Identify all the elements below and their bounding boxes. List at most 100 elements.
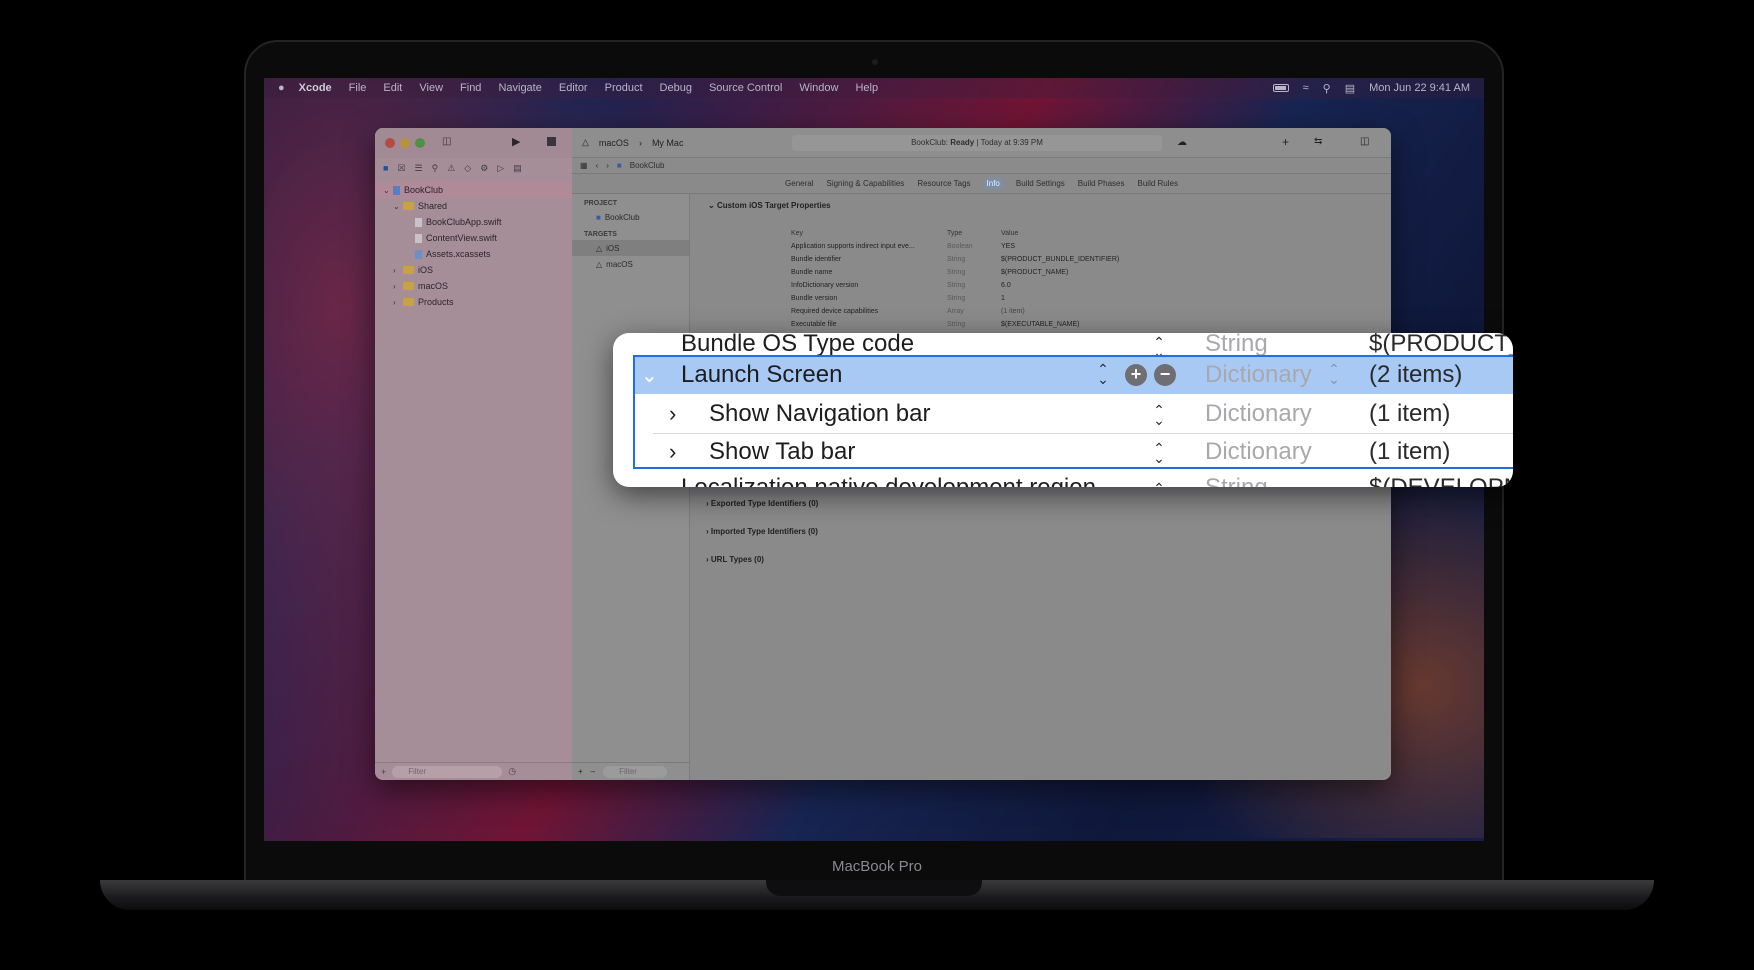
- plist-type[interactable]: String: [947, 321, 965, 328]
- up-down-stepper-icon[interactable]: ⌃ ⌄: [1152, 441, 1166, 465]
- breadcrumb[interactable]: BookClub: [630, 161, 665, 170]
- add-row-button[interactable]: +: [1125, 364, 1147, 386]
- chevron-right-icon[interactable]: ›: [669, 401, 676, 427]
- plist-row[interactable]: Bundle name String $(PRODUCT_NAME): [791, 269, 1068, 281]
- plist-type[interactable]: Dictionary: [1205, 400, 1312, 428]
- chevron-right-icon[interactable]: ›: [393, 266, 403, 275]
- remove-row-button[interactable]: −: [1154, 364, 1176, 386]
- menu-file[interactable]: File: [349, 82, 367, 94]
- project-item[interactable]: ■ BookClub: [572, 209, 689, 225]
- zoom-window-button[interactable]: [415, 138, 425, 148]
- plist-key[interactable]: Launch Screen: [681, 361, 842, 389]
- menu-product[interactable]: Product: [605, 82, 643, 94]
- tab-signing-capabilities[interactable]: Signing & Capabilities: [826, 179, 904, 188]
- plist-type[interactable]: String: [947, 282, 965, 289]
- tab-info[interactable]: Info: [983, 178, 1003, 189]
- recent-files-icon[interactable]: ◷: [508, 766, 516, 777]
- debug-navigator-icon[interactable]: ⚙: [480, 163, 488, 174]
- tab-resource-tags[interactable]: Resource Tags: [917, 179, 970, 188]
- library-add-icon[interactable]: +: [1282, 135, 1289, 149]
- test-navigator-icon[interactable]: ◇: [464, 163, 471, 174]
- symbol-navigator-icon[interactable]: ☰: [415, 163, 423, 174]
- menu-navigate[interactable]: Navigate: [498, 82, 541, 94]
- chevron-down-icon[interactable]: ⌄: [708, 201, 715, 210]
- tree-item-project[interactable]: ⌄ BookClub: [375, 182, 572, 198]
- plist-type[interactable]: String: [947, 295, 965, 302]
- plist-type[interactable]: String: [947, 269, 965, 276]
- target-macos[interactable]: △ macOS: [572, 256, 689, 272]
- up-down-stepper-icon[interactable]: ⌃ ⌄: [1152, 335, 1166, 359]
- remove-target-icon[interactable]: –: [591, 767, 595, 776]
- navigator-filter-field[interactable]: Filter: [392, 765, 503, 778]
- plist-row[interactable]: Bundle version String 1: [791, 295, 1005, 307]
- section-imported-type-identifiers[interactable]: › Imported Type Identifiers (0): [706, 527, 818, 536]
- chevron-right-icon[interactable]: ›: [393, 282, 403, 291]
- plist-row-show-navigation-bar[interactable]: › Show Navigation bar ⌃ ⌄ Dictionary (1 i…: [633, 395, 1513, 433]
- tab-build-phases[interactable]: Build Phases: [1078, 179, 1125, 188]
- add-icon[interactable]: +: [381, 767, 386, 777]
- section-custom-properties[interactable]: ⌄ Custom iOS Target Properties: [690, 194, 1391, 210]
- scheme-selector[interactable]: macOS: [599, 138, 629, 148]
- battery-icon[interactable]: [1272, 84, 1289, 92]
- chevron-right-icon[interactable]: ›: [393, 298, 403, 307]
- plist-row[interactable]: Bundle identifier String $(PRODUCT_BUNDL…: [791, 256, 1119, 268]
- up-down-stepper-icon[interactable]: ⌃: [1152, 481, 1166, 487]
- tab-build-settings[interactable]: Build Settings: [1016, 179, 1065, 188]
- breakpoint-navigator-icon[interactable]: ▷: [497, 163, 504, 174]
- plist-key[interactable]: Show Navigation bar: [709, 400, 930, 428]
- tab-build-rules[interactable]: Build Rules: [1138, 179, 1178, 188]
- wifi-icon[interactable]: ≈: [1303, 82, 1309, 94]
- menu-xcode[interactable]: Xcode: [299, 82, 332, 94]
- tree-item-file[interactable]: BookClubApp.swift: [375, 214, 572, 230]
- plist-value[interactable]: YES: [1001, 243, 1015, 250]
- plist-row-launch-screen[interactable]: ⌄ Launch Screen ⌃ ⌄ + − Dictionary ⌃ ⌄ (2 …: [633, 356, 1513, 394]
- menu-debug[interactable]: Debug: [660, 82, 692, 94]
- tree-item-folder[interactable]: › iOS: [375, 262, 572, 278]
- plist-row[interactable]: Required device capabilities Array (1 it…: [791, 308, 1025, 320]
- tree-item-file[interactable]: ContentView.swift: [375, 230, 572, 246]
- section-exported-type-identifiers[interactable]: › Exported Type Identifiers (0): [706, 499, 818, 508]
- plist-type[interactable]: String: [947, 256, 965, 263]
- up-down-stepper-icon[interactable]: ⌃ ⌄: [1152, 403, 1166, 427]
- menu-source-control[interactable]: Source Control: [709, 82, 782, 94]
- report-navigator-icon[interactable]: ▤: [513, 163, 522, 174]
- issue-navigator-icon[interactable]: ⚠: [447, 163, 455, 174]
- tree-item-shared[interactable]: ⌄ Shared: [375, 198, 572, 214]
- cloud-icon[interactable]: ☁: [1177, 137, 1187, 148]
- menubar-clock[interactable]: Mon Jun 22 9:41 AM: [1369, 82, 1470, 94]
- plist-row[interactable]: Application supports indirect input eve.…: [791, 243, 1015, 255]
- control-center-icon[interactable]: ▤: [1345, 82, 1355, 95]
- find-navigator-icon[interactable]: ⚲: [432, 163, 439, 174]
- plist-value[interactable]: $(PRODUCT_BUNDLE_IDENTIFIER): [1001, 256, 1119, 263]
- folder-navigator-icon[interactable]: ■: [383, 163, 388, 173]
- plist-type[interactable]: Boolean: [947, 243, 973, 250]
- section-url-types[interactable]: › URL Types (0): [706, 555, 764, 564]
- plist-type[interactable]: Array: [947, 308, 964, 315]
- plist-row-show-tab-bar[interactable]: › Show Tab bar ⌃ ⌄ Dictionary (1 item): [633, 433, 1513, 471]
- chevron-right-icon[interactable]: ›: [669, 439, 676, 465]
- back-arrow-icon[interactable]: ‹: [596, 161, 599, 170]
- close-window-button[interactable]: [385, 138, 395, 148]
- menu-window[interactable]: Window: [799, 82, 838, 94]
- plist-value[interactable]: $(EXECUTABLE_NAME): [1001, 321, 1079, 328]
- related-items-icon[interactable]: ▦: [580, 161, 588, 170]
- plist-type[interactable]: Dictionary: [1205, 361, 1312, 389]
- targets-filter-field[interactable]: Filter: [603, 765, 668, 778]
- tab-general[interactable]: General: [785, 179, 813, 188]
- menu-help[interactable]: Help: [855, 82, 878, 94]
- tree-item-folder[interactable]: › Products: [375, 294, 572, 310]
- plist-value[interactable]: 1: [1001, 295, 1005, 302]
- minimize-window-button[interactable]: [400, 138, 410, 148]
- plist-key[interactable]: Show Tab bar: [709, 438, 855, 466]
- type-stepper-icon[interactable]: ⌃ ⌄: [1327, 362, 1341, 386]
- forward-arrow-icon[interactable]: ›: [606, 161, 609, 170]
- stop-button[interactable]: [547, 137, 556, 146]
- spotlight-search-icon[interactable]: ⚲: [1323, 82, 1331, 95]
- chevron-down-icon[interactable]: ⌄: [641, 363, 658, 388]
- up-down-stepper-icon[interactable]: ⌃ ⌄: [1096, 362, 1110, 386]
- source-control-navigator-icon[interactable]: ☒: [397, 163, 405, 174]
- tree-item-file[interactable]: Assets.xcassets: [375, 246, 572, 262]
- menu-view[interactable]: View: [419, 82, 443, 94]
- menu-find[interactable]: Find: [460, 82, 481, 94]
- add-target-icon[interactable]: +: [578, 767, 583, 776]
